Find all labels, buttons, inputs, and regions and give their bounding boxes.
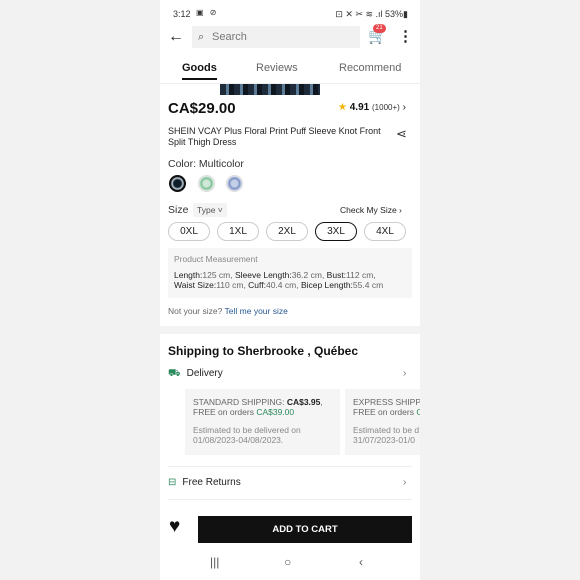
- size-option-3xl[interactable]: 3XL: [315, 222, 357, 241]
- search-placeholder: Search: [212, 31, 247, 43]
- divider: [168, 466, 412, 467]
- more-options-icon[interactable]: ⋮: [398, 27, 413, 45]
- size-option-4xl[interactable]: 4XL: [364, 222, 406, 241]
- chevron-right-icon: ›: [402, 102, 406, 113]
- rating-count: (1000+): [372, 103, 400, 112]
- color-swatch-2[interactable]: [198, 175, 215, 192]
- size-option-1xl[interactable]: 1XL: [217, 222, 259, 241]
- color-label: Color: Multicolor: [168, 158, 244, 170]
- measurement-line-1: Length:125 cm, Sleeve Length:36.2 cm, Bu…: [174, 270, 376, 280]
- returns-icon: ⊟: [168, 477, 177, 488]
- product-measurement-box: Product Measurement Length:125 cm, Sleev…: [168, 248, 412, 298]
- express-shipping-card[interactable]: EXPRESS SHIPPI FREE on orders C Estimate…: [345, 389, 420, 455]
- search-icon: ⌕: [198, 31, 205, 43]
- status-time: 3:12: [173, 9, 191, 19]
- not-your-size: Not your size? Tell me your size: [168, 306, 288, 316]
- top-navigation: ← ⌕ Search 🛒 21 ⋮: [160, 24, 420, 52]
- divider: [168, 499, 412, 500]
- free-returns-row[interactable]: ⊟ Free Returns: [168, 477, 241, 488]
- search-input[interactable]: ⌕ Search: [192, 26, 360, 48]
- size-option-2xl[interactable]: 2XL: [266, 222, 308, 241]
- measurement-heading: Product Measurement: [174, 254, 258, 264]
- check-my-size-link[interactable]: Check My Size ›: [340, 205, 402, 215]
- tab-goods[interactable]: Goods: [182, 62, 217, 80]
- phone-screen: 3:12 ▣ ⊘ ⊡ ✕ ✂ ≋ .ıl 53%▮ ← ⌕ Search 🛒 2…: [160, 0, 420, 580]
- star-icon: ★: [338, 102, 347, 113]
- color-swatch-1[interactable]: [169, 175, 186, 192]
- tab-bar: Goods Reviews Recommend: [160, 56, 420, 84]
- bottom-action-bar: ♥ ADD TO CART: [160, 512, 420, 548]
- standard-shipping-card[interactable]: STANDARD SHIPPING: CA$3.95, FREE on orde…: [185, 389, 340, 455]
- tell-me-your-size-link[interactable]: Tell me your size: [225, 306, 288, 316]
- chevron-right-icon: ›: [403, 368, 407, 379]
- section-divider: [160, 326, 420, 334]
- rating-summary[interactable]: ★ 4.91 (1000+) ›: [338, 102, 406, 113]
- cart-badge: 21: [373, 24, 386, 33]
- measurement-line-2: Waist Size:110 cm, Cuff:40.4 cm, Bicep L…: [174, 280, 384, 290]
- add-to-cart-button[interactable]: ADD TO CART: [198, 516, 412, 543]
- heart-icon[interactable]: ♥: [169, 516, 180, 538]
- tab-recommend[interactable]: Recommend: [339, 62, 401, 74]
- rating-value: 4.91: [349, 102, 370, 113]
- system-back-icon[interactable]: ‹: [359, 555, 363, 569]
- truck-icon: ⛟: [168, 368, 181, 379]
- recent-apps-icon[interactable]: |||: [210, 555, 219, 569]
- share-icon[interactable]: ⋖: [396, 126, 407, 142]
- back-arrow-icon[interactable]: ←: [168, 28, 184, 46]
- delivery-row[interactable]: ⛟ Delivery: [168, 368, 223, 381]
- product-price: CA$29.00: [168, 100, 236, 117]
- home-icon[interactable]: ○: [284, 555, 291, 569]
- chevron-right-icon: ›: [403, 477, 407, 488]
- size-type-dropdown[interactable]: Type ˅: [193, 203, 227, 217]
- product-title: SHEIN VCAY Plus Floral Print Puff Sleeve…: [168, 126, 381, 147]
- color-swatch-3[interactable]: [226, 175, 243, 192]
- system-nav-bar: ||| ○ ‹: [160, 548, 420, 580]
- size-label: Size: [168, 204, 189, 216]
- status-right-icons: ⊡ ✕ ✂ ≋ .ıl 53%▮: [335, 9, 408, 19]
- shipping-title: Shipping to Sherbrooke , Québec: [168, 344, 359, 358]
- tab-reviews[interactable]: Reviews: [256, 62, 298, 74]
- product-image-edge[interactable]: [220, 84, 320, 95]
- size-option-0xl[interactable]: 0XL: [168, 222, 210, 241]
- status-notification-icons: ▣ ⊘: [196, 8, 219, 17]
